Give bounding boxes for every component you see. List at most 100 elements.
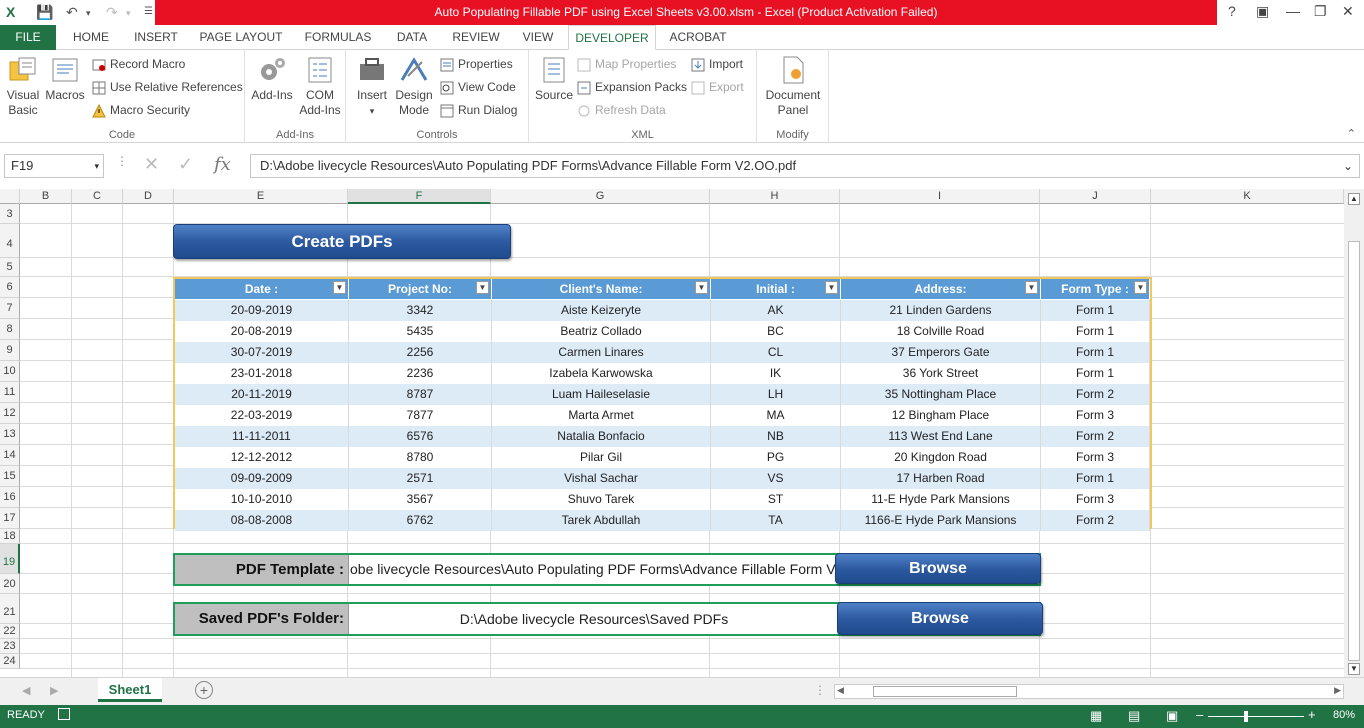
row-header-16[interactable]: 16: [0, 487, 20, 508]
select-all-corner[interactable]: [0, 189, 20, 204]
column-header-k[interactable]: K: [1151, 189, 1344, 204]
column-header-i[interactable]: I: [840, 189, 1040, 204]
table-cell[interactable]: 2571: [349, 468, 492, 489]
design-mode-button[interactable]: Design Mode: [392, 54, 436, 118]
vertical-scroll-thumb[interactable]: [1348, 241, 1360, 661]
new-sheet-icon[interactable]: +: [195, 681, 213, 699]
insert-function-icon[interactable]: fx: [214, 154, 231, 175]
table-cell[interactable]: 7877: [349, 405, 492, 426]
insert-control-button[interactable]: Insert ▾: [352, 54, 392, 119]
expand-formula-icon[interactable]: ⌄: [1343, 155, 1353, 177]
redo-dropdown-icon[interactable]: ▾: [126, 8, 131, 19]
row-header-15[interactable]: 15: [0, 466, 20, 487]
tab-insert[interactable]: INSERT: [128, 25, 184, 50]
table-cell[interactable]: PG: [711, 447, 841, 468]
table-cell[interactable]: 6576: [349, 426, 492, 447]
filter-dropdown-icon[interactable]: ▼: [1134, 281, 1147, 294]
name-box[interactable]: F19 ▾: [4, 154, 104, 178]
browse-folder-button[interactable]: Browse: [837, 602, 1043, 635]
map-properties-button[interactable]: Map Properties: [577, 54, 676, 74]
filter-dropdown-icon[interactable]: ▼: [333, 281, 346, 294]
tab-file[interactable]: FILE: [0, 25, 56, 50]
row-header-4[interactable]: 4: [0, 224, 20, 258]
worksheet-grid[interactable]: B C D E F G H I J K 3 4 5 6 7 8 9 10 11 12 13 14 15 1…: [0, 189, 1344, 677]
macros-button[interactable]: Macros: [44, 54, 86, 103]
column-header-g[interactable]: G: [491, 189, 710, 204]
com-addins-button[interactable]: COM Add-Ins: [297, 54, 343, 118]
row-header-20[interactable]: 20: [0, 574, 20, 594]
table-cell[interactable]: Izabela Karwowska: [492, 363, 711, 384]
row-header-13[interactable]: 13: [0, 424, 20, 445]
pdf-template-path[interactable]: obe livecycle Resources\Auto Populating …: [350, 555, 838, 584]
browse-template-button[interactable]: Browse: [835, 553, 1041, 584]
table-cell[interactable]: Vishal Sachar: [492, 468, 711, 489]
enter-icon[interactable]: ✓: [178, 154, 193, 175]
refresh-data-button[interactable]: Refresh Data: [577, 100, 666, 120]
zoom-slider-thumb[interactable]: [1244, 711, 1248, 722]
redo-icon[interactable]: ↷: [106, 4, 118, 21]
table-cell[interactable]: BC: [711, 321, 841, 342]
table-cell[interactable]: LH: [711, 384, 841, 405]
relative-references-button[interactable]: Use Relative References: [92, 77, 243, 97]
table-cell[interactable]: Form 1: [1041, 300, 1150, 321]
table-cell[interactable]: 8780: [349, 447, 492, 468]
horizontal-scroll-thumb[interactable]: [873, 686, 1017, 697]
table-cell[interactable]: 12-12-2012: [175, 447, 349, 468]
formula-input[interactable]: D:\Adobe livecycle Resources\Auto Popula…: [250, 154, 1360, 178]
zoom-in-icon[interactable]: +: [1308, 707, 1316, 722]
table-cell[interactable]: 30-07-2019: [175, 342, 349, 363]
table-cell[interactable]: Form 3: [1041, 405, 1150, 426]
row-header-24[interactable]: 24: [0, 654, 20, 669]
zoom-level[interactable]: 80%: [1333, 709, 1355, 721]
table-cell[interactable]: Carmen Linares: [492, 342, 711, 363]
filter-dropdown-icon[interactable]: ▼: [1025, 281, 1038, 294]
table-cell[interactable]: 37 Emperors Gate: [841, 342, 1041, 363]
undo-dropdown-icon[interactable]: ▾: [86, 8, 91, 19]
collapse-ribbon-icon[interactable]: ⌃: [1347, 127, 1356, 140]
filter-dropdown-icon[interactable]: ▼: [476, 281, 489, 294]
customize-qat-icon[interactable]: ☰: [144, 6, 153, 17]
table-cell[interactable]: 20-08-2019: [175, 321, 349, 342]
table-cell[interactable]: MA: [711, 405, 841, 426]
table-cell[interactable]: Form 3: [1041, 489, 1150, 510]
table-cell[interactable]: 11-11-2011: [175, 426, 349, 447]
normal-view-icon[interactable]: ▦: [1090, 708, 1102, 724]
table-cell[interactable]: Form 1: [1041, 468, 1150, 489]
table-cell[interactable]: 1166-E Hyde Park Mansions: [841, 510, 1041, 531]
row-header-3[interactable]: 3: [0, 204, 20, 224]
table-cell[interactable]: Aiste Keizeryte: [492, 300, 711, 321]
row-header-8[interactable]: 8: [0, 319, 20, 340]
visual-basic-button[interactable]: Visual Basic: [2, 54, 44, 118]
row-header-18[interactable]: 18: [0, 529, 20, 544]
tab-page-layout[interactable]: PAGE LAYOUT: [194, 25, 288, 50]
view-code-button[interactable]: View Code: [440, 77, 516, 97]
table-cell[interactable]: Luam Haileselasie: [492, 384, 711, 405]
vertical-scrollbar[interactable]: ▲ ▼: [1344, 189, 1364, 677]
row-header-11[interactable]: 11: [0, 382, 20, 403]
table-cell[interactable]: TA: [711, 510, 841, 531]
table-cell[interactable]: ST: [711, 489, 841, 510]
restore-icon[interactable]: ❐: [1314, 3, 1327, 20]
table-cell[interactable]: Pilar Gil: [492, 447, 711, 468]
table-cell[interactable]: Form 1: [1041, 363, 1150, 384]
row-header-17[interactable]: 17: [0, 508, 20, 529]
prev-sheet-icon[interactable]: ◀: [22, 684, 30, 697]
tab-developer[interactable]: DEVELOPER: [568, 25, 656, 50]
table-cell[interactable]: 2256: [349, 342, 492, 363]
zoom-out-icon[interactable]: –: [1196, 707, 1203, 722]
table-cell[interactable]: NB: [711, 426, 841, 447]
tab-data[interactable]: DATA: [388, 25, 436, 50]
row-header-9[interactable]: 9: [0, 340, 20, 361]
table-cell[interactable]: Form 3: [1041, 447, 1150, 468]
column-header-c[interactable]: C: [72, 189, 123, 204]
column-header-d[interactable]: D: [123, 189, 174, 204]
table-cell[interactable]: 20-11-2019: [175, 384, 349, 405]
table-cell[interactable]: Tarek Abdullah: [492, 510, 711, 531]
table-cell[interactable]: 12 Bingham Place: [841, 405, 1041, 426]
table-cell[interactable]: 2236: [349, 363, 492, 384]
row-header-12[interactable]: 12: [0, 403, 20, 424]
tab-home[interactable]: HOME: [64, 25, 118, 50]
tab-splitter-icon[interactable]: ⋮: [814, 683, 826, 697]
tab-formulas[interactable]: FORMULAS: [298, 25, 378, 50]
table-cell[interactable]: VS: [711, 468, 841, 489]
